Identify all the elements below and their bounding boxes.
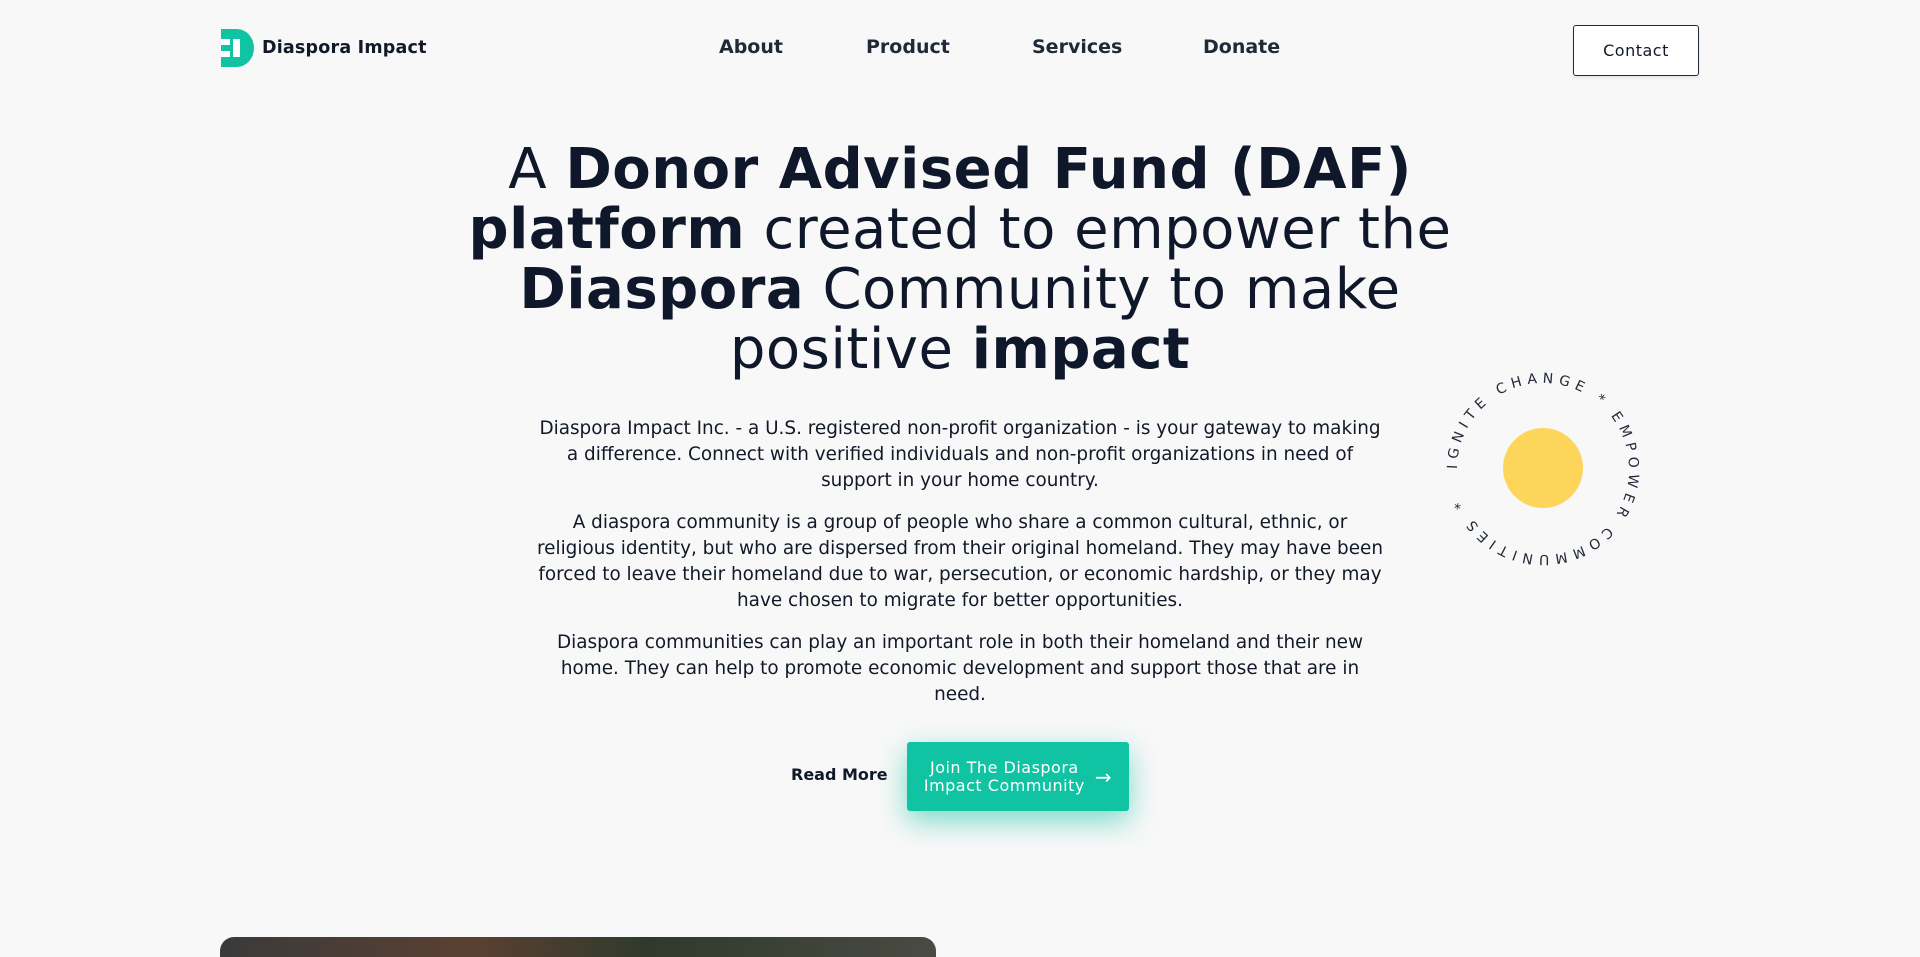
nav-item-about[interactable]: About bbox=[719, 36, 783, 58]
d-monogram-icon bbox=[221, 29, 254, 67]
join-label-line: Join The Diaspora bbox=[929, 757, 1079, 777]
intro-text: Diaspora Impact Inc. - a U.S. registered… bbox=[535, 416, 1385, 724]
badge-graphic: IGNITE CHANGE * EMPOWER COMMUNITIES * bbox=[1445, 371, 1636, 567]
intro-paragraph: Diaspora communities can play an importa… bbox=[556, 632, 1363, 705]
nav-item-product[interactable]: Product bbox=[866, 36, 950, 58]
nav-item-services[interactable]: Services bbox=[1032, 36, 1122, 58]
contact-button[interactable]: Contact bbox=[1573, 25, 1699, 76]
hero-title-emphasis: platform bbox=[468, 197, 746, 262]
join-button-label: Join The Diaspora Impact Community bbox=[923, 757, 1085, 795]
hero-title-emphasis: impact bbox=[971, 317, 1191, 382]
hero-title-part: Community to make bbox=[804, 257, 1401, 322]
hero-title-emphasis: Donor Advised Fund (DAF) bbox=[565, 137, 1412, 202]
badge-sun-circle bbox=[1503, 428, 1583, 508]
intro-paragraph: Diaspora Impact Inc. - a U.S. registered… bbox=[539, 418, 1381, 491]
rotating-badge: IGNITE CHANGE * EMPOWER COMMUNITIES * bbox=[1437, 363, 1649, 575]
hero-title-part: positive bbox=[729, 317, 972, 382]
join-community-button[interactable]: Join The Diaspora Impact Community → bbox=[907, 742, 1129, 811]
hero-title-part: created to empower the bbox=[745, 197, 1452, 262]
read-more-link[interactable]: Read More bbox=[791, 765, 888, 784]
hero-section: A Donor Advised Fund (DAF) platform crea… bbox=[420, 140, 1500, 380]
arrow-right-icon: → bbox=[1094, 764, 1113, 789]
cta-row: Read More Join The Diaspora Impact Commu… bbox=[0, 742, 1920, 812]
brand-logo[interactable]: Diaspora Impact bbox=[219, 28, 427, 68]
hero-title: A Donor Advised Fund (DAF) platform crea… bbox=[420, 140, 1500, 380]
site-header: Diaspora Impact About Product Services D… bbox=[0, 0, 1920, 100]
hero-title-part: A bbox=[508, 137, 566, 202]
hero-title-emphasis: Diaspora bbox=[519, 257, 805, 322]
join-label-line: Impact Community bbox=[923, 775, 1085, 795]
nav-item-donate[interactable]: Donate bbox=[1203, 36, 1280, 58]
feature-image bbox=[220, 937, 936, 957]
intro-paragraph: A diaspora community is a group of peopl… bbox=[536, 512, 1383, 611]
brand-name: Diaspora Impact bbox=[262, 38, 427, 58]
